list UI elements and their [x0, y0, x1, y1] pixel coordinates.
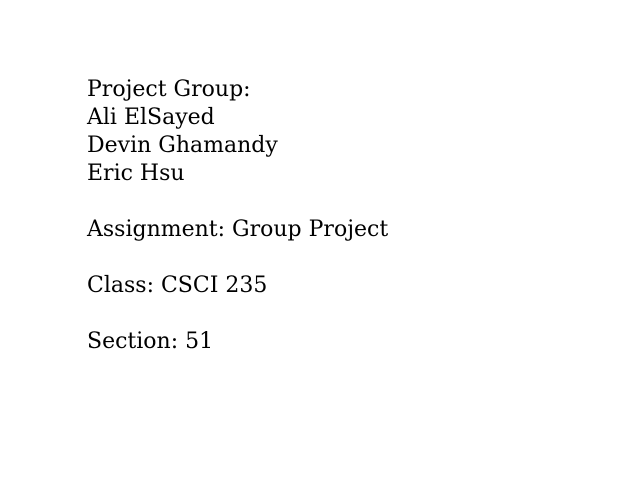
assignment-line: Assignment: Group Project — [87, 217, 389, 242]
class-line: Class: CSCI 235 — [87, 273, 268, 298]
member-name: Devin Ghamandy — [87, 133, 278, 158]
document-text: Project Group: Ali ElSayed Devin Ghamand… — [87, 76, 388, 356]
member-name: Ali ElSayed — [87, 105, 215, 130]
section-line: Section: 51 — [87, 329, 214, 354]
member-name: Eric Hsu — [87, 161, 185, 186]
document-page: Project Group: Ali ElSayed Devin Ghamand… — [0, 0, 640, 480]
project-group-heading: Project Group: — [87, 77, 251, 102]
